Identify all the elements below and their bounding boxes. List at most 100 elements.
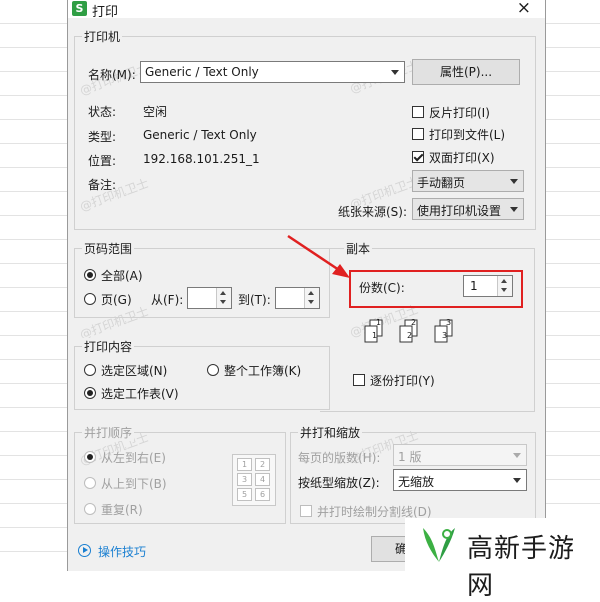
layout-cell: 6 (255, 488, 270, 501)
collate-checkbox[interactable] (353, 374, 365, 386)
chevron-down-icon (391, 70, 399, 75)
print-to-file-checkbox[interactable] (412, 128, 424, 140)
top-to-bottom-label[interactable]: 从上到下(B) (101, 475, 167, 492)
pages-per-sheet-value: 1 版 (398, 450, 422, 464)
close-icon[interactable]: × (517, 0, 531, 18)
paper-source-value: 使用打印机设置 (417, 204, 502, 218)
zoom-group-title: 并打和缩放 (298, 424, 363, 441)
title-bar: S 打印 × (68, 0, 545, 20)
logo-mark-icon (423, 528, 455, 562)
print-dialog: S 打印 × @打印机卫士 @打印机卫士 @打印机卫士 @打印机卫士 @打印机卫… (67, 0, 546, 571)
help-play-icon[interactable] (78, 544, 91, 557)
pages-per-sheet-select[interactable]: 1 版 (393, 444, 527, 466)
page-range-group-title: 页码范围 (82, 240, 135, 257)
spin-down-icon (220, 300, 226, 304)
app-icon: S (72, 1, 87, 16)
active-sheet-label[interactable]: 选定工作表(V) (101, 385, 179, 402)
active-sheet-radio[interactable] (84, 387, 96, 399)
to-page-spinner[interactable] (275, 287, 320, 309)
left-to-right-radio[interactable] (84, 451, 96, 463)
spin-down-icon (308, 300, 314, 304)
logo-dot (442, 529, 452, 539)
print-to-file-label[interactable]: 打印到文件(L) (429, 126, 505, 143)
spinner-buttons[interactable] (216, 288, 231, 308)
spinner-buttons[interactable] (497, 276, 512, 296)
type-label: 类型: (88, 130, 117, 144)
print-what-group-title: 打印内容 (82, 338, 135, 355)
chevron-down-icon (510, 207, 518, 212)
status-value: 空闲 (143, 105, 168, 119)
page-number: 1 (376, 318, 382, 327)
scale-to-paper-value: 无缩放 (398, 475, 435, 489)
reverse-print-label[interactable]: 反片打印(I) (429, 104, 490, 121)
to-label: 到(T): (238, 293, 271, 307)
from-label: 从(F): (151, 293, 184, 307)
page-number: 1 (372, 331, 378, 340)
page-number: 2 (407, 331, 413, 340)
properties-button[interactable]: 属性(P)... (412, 59, 520, 85)
layout-cell: 1 (237, 458, 252, 471)
page-range-all-label[interactable]: 全部(A) (101, 267, 143, 284)
chevron-down-icon (513, 478, 521, 483)
printer-name-select[interactable]: Generic / Text Only (140, 61, 405, 83)
draw-borders-checkbox[interactable] (300, 505, 312, 517)
selection-label[interactable]: 选定区域(N) (101, 362, 167, 379)
reverse-print-checkbox[interactable] (412, 106, 424, 118)
layout-cell: 4 (255, 473, 270, 486)
duplex-checkbox[interactable] (412, 151, 424, 163)
repeat-label[interactable]: 重复(R) (101, 501, 143, 518)
printer-name-value: Generic / Text Only (145, 65, 259, 79)
paper-source-label: 纸张来源(S): (338, 205, 408, 219)
pages-per-sheet-label: 每页的版数(H): (298, 451, 381, 465)
spin-down-icon (501, 288, 507, 292)
page-number: 2 (411, 318, 417, 327)
printer-name-label: 名称(M): (88, 68, 136, 82)
page-range-all-radio[interactable] (84, 269, 96, 281)
duplex-mode-value: 手动翻页 (417, 176, 466, 190)
layout-cell: 2 (255, 458, 270, 471)
duplex-label[interactable]: 双面打印(X) (429, 149, 495, 166)
spreadsheet-background-left (0, 0, 67, 571)
spreadsheet-background-right (546, 0, 600, 571)
repeat-radio[interactable] (84, 503, 96, 515)
chevron-down-icon (513, 453, 521, 458)
from-page-spinner[interactable] (187, 287, 232, 309)
operation-tips-link[interactable]: 操作技巧 (98, 543, 146, 560)
copies-count-spinner[interactable]: 1 (463, 275, 513, 297)
page-range-pages-label[interactable]: 页(G) (101, 291, 132, 308)
selection-radio[interactable] (84, 364, 96, 376)
page-number: 3 (446, 318, 452, 327)
logo-leaf (423, 528, 439, 562)
spin-up-icon (308, 291, 314, 295)
collate-label[interactable]: 逐份打印(Y) (370, 372, 435, 389)
left-to-right-label[interactable]: 从左到右(E) (101, 449, 166, 466)
location-value: 192.168.101.251_1 (143, 152, 260, 166)
layout-cell: 3 (237, 473, 252, 486)
comment-label: 备注: (88, 178, 117, 192)
copies-count-value: 1 (470, 279, 478, 293)
status-label: 状态: (88, 105, 117, 119)
type-value: Generic / Text Only (143, 128, 257, 142)
location-label: 位置: (88, 154, 117, 168)
scale-to-paper-label: 按纸型缩放(Z): (298, 476, 380, 490)
page-range-pages-radio[interactable] (84, 293, 96, 305)
spin-up-icon (501, 279, 507, 283)
print-order-group-title: 并打顺序 (82, 424, 135, 441)
dialog-title: 打印 (92, 5, 119, 20)
spinner-buttons[interactable] (304, 288, 319, 308)
printer-group-title: 打印机 (82, 28, 123, 45)
paper-source-select[interactable]: 使用打印机设置 (412, 198, 524, 220)
page-number: 3 (442, 331, 448, 340)
copies-count-label: 份数(C): (359, 281, 405, 295)
top-to-bottom-radio[interactable] (84, 477, 96, 489)
logo-text: 高新手游网 (467, 534, 576, 601)
spin-up-icon (220, 291, 226, 295)
duplex-mode-select[interactable]: 手动翻页 (412, 170, 524, 192)
arrow-shaft (287, 234, 343, 274)
site-logo: 高新手游网 (405, 518, 600, 601)
entire-workbook-label[interactable]: 整个工作簿(K) (224, 362, 301, 379)
chevron-down-icon (510, 179, 518, 184)
entire-workbook-radio[interactable] (207, 364, 219, 376)
scale-to-paper-select[interactable]: 无缩放 (393, 469, 527, 491)
annotation-arrow (287, 234, 350, 278)
